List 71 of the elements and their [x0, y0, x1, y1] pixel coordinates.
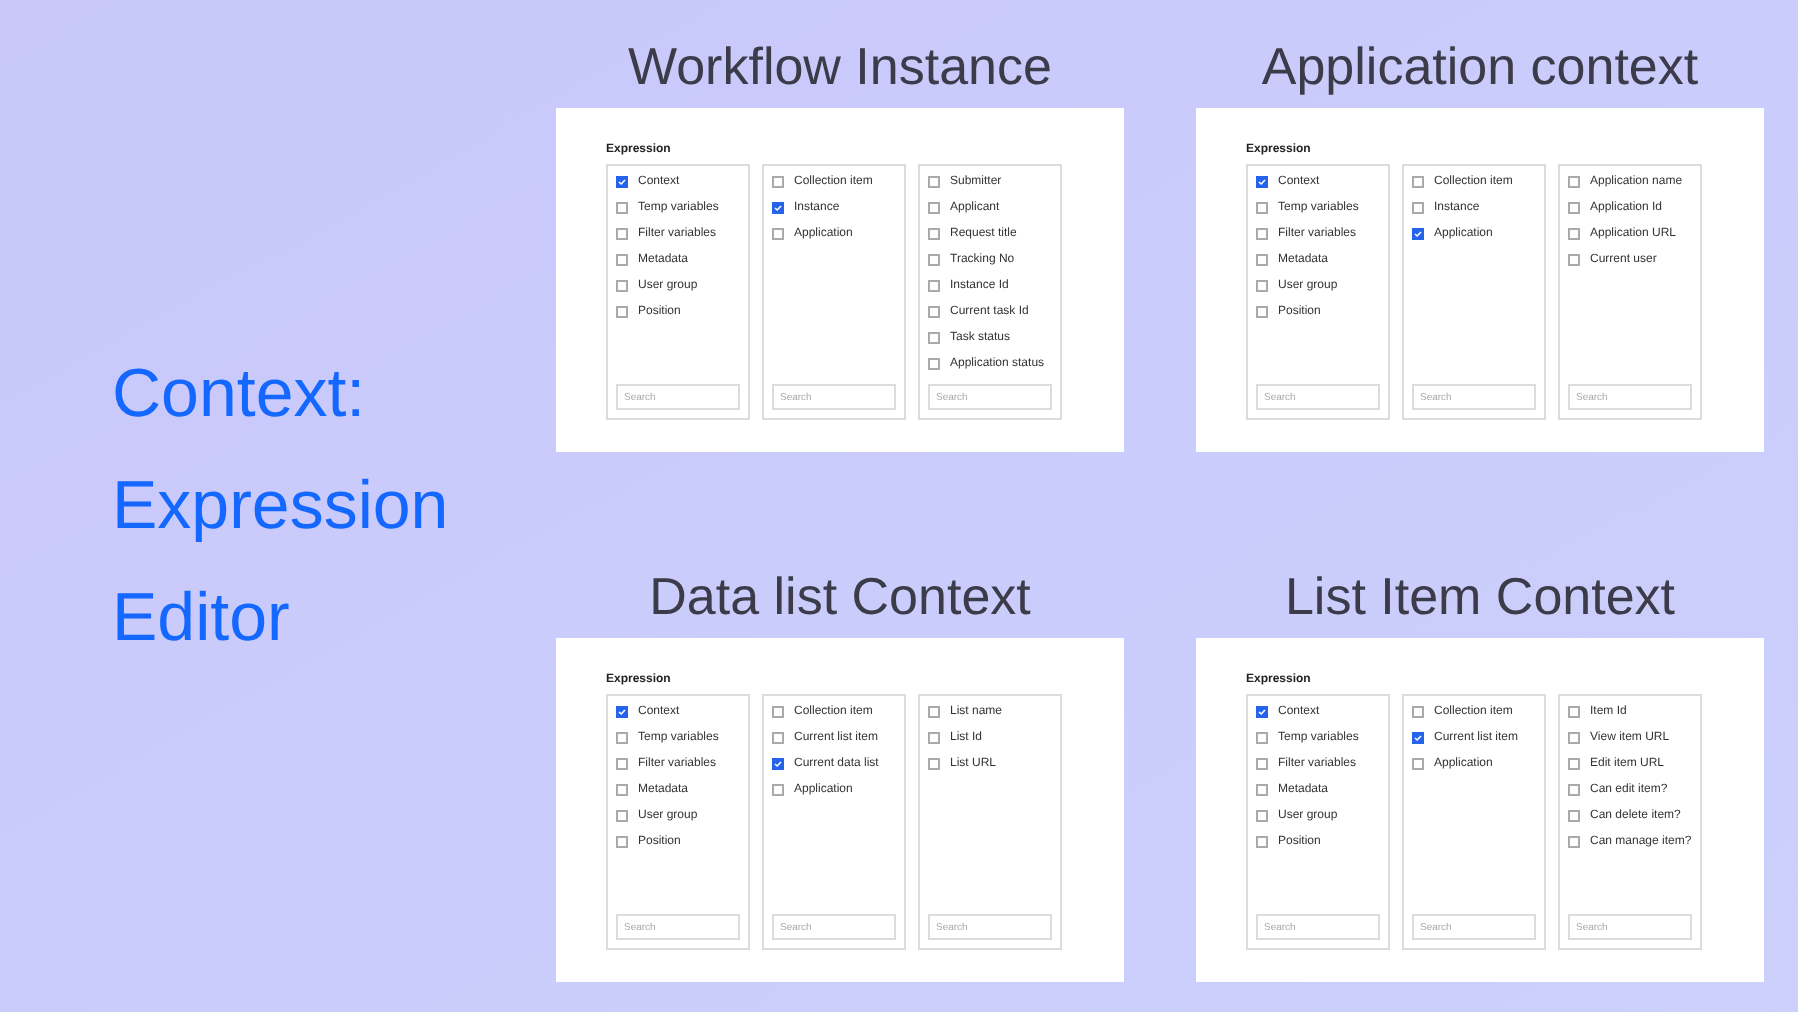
checkbox[interactable]: [1256, 732, 1268, 744]
check-icon: [1258, 178, 1266, 186]
checkbox[interactable]: [1256, 784, 1268, 796]
checkbox[interactable]: [1568, 202, 1580, 214]
checkbox[interactable]: [1256, 706, 1268, 718]
checkbox[interactable]: [772, 784, 784, 796]
checkbox[interactable]: [928, 332, 940, 344]
check-icon: [1414, 230, 1422, 238]
checkbox[interactable]: [616, 202, 628, 214]
checkbox[interactable]: [772, 706, 784, 718]
checkbox[interactable]: [928, 176, 940, 188]
checkbox[interactable]: [1256, 176, 1268, 188]
checkbox[interactable]: [1256, 306, 1268, 318]
checkbox[interactable]: [928, 306, 940, 318]
checkbox[interactable]: [616, 810, 628, 822]
panel-heading: Workflow Instance: [628, 34, 1052, 100]
checkbox[interactable]: [1568, 176, 1580, 188]
checkbox[interactable]: [1256, 254, 1268, 266]
checkbox[interactable]: [772, 202, 784, 214]
checkbox[interactable]: [1256, 202, 1268, 214]
checkbox[interactable]: [1256, 280, 1268, 292]
checkbox[interactable]: [616, 176, 628, 188]
checkbox[interactable]: [928, 358, 940, 370]
check-icon: [618, 178, 626, 186]
slide-title: Context: Expression Editor: [112, 354, 451, 660]
checkbox[interactable]: [928, 254, 940, 266]
checkbox[interactable]: [616, 706, 628, 718]
panel-heading: Data list Context: [649, 564, 1031, 630]
checkbox[interactable]: [616, 732, 628, 744]
checkbox[interactable]: [616, 836, 628, 848]
panel-heading: List Item Context: [1284, 564, 1676, 630]
checkbox[interactable]: [616, 306, 628, 318]
panel-heading: Application context: [1261, 34, 1699, 100]
checkbox[interactable]: [928, 758, 940, 770]
checkbox[interactable]: [1568, 254, 1580, 266]
checkbox[interactable]: [616, 228, 628, 240]
check-icon: [1414, 734, 1422, 742]
checkbox[interactable]: [1256, 836, 1268, 848]
checkbox[interactable]: [1412, 732, 1424, 744]
checkbox[interactable]: [1256, 228, 1268, 240]
checkbox[interactable]: [1412, 202, 1424, 214]
checkbox[interactable]: [1256, 810, 1268, 822]
checkbox[interactable]: [1412, 758, 1424, 770]
checkbox[interactable]: [1568, 836, 1580, 848]
checkbox[interactable]: [616, 784, 628, 796]
check-icon: [774, 204, 782, 212]
check-icon: [618, 708, 626, 716]
checkbox[interactable]: [928, 280, 940, 292]
checkbox[interactable]: [616, 280, 628, 292]
checkbox[interactable]: [1568, 228, 1580, 240]
check-icon: [1258, 708, 1266, 716]
checkbox[interactable]: [1568, 706, 1580, 718]
checkbox[interactable]: [1568, 758, 1580, 770]
checkbox[interactable]: [1412, 176, 1424, 188]
checkbox[interactable]: [928, 706, 940, 718]
checkbox[interactable]: [928, 202, 940, 214]
checkbox[interactable]: [1568, 810, 1580, 822]
checkbox[interactable]: [1568, 784, 1580, 796]
checkbox[interactable]: [772, 732, 784, 744]
checkbox[interactable]: [772, 228, 784, 240]
checkbox[interactable]: [616, 254, 628, 266]
check-icon: [774, 760, 782, 768]
checkbox[interactable]: [772, 758, 784, 770]
checkbox[interactable]: [1568, 732, 1580, 744]
checkbox[interactable]: [1412, 228, 1424, 240]
checkbox[interactable]: [928, 732, 940, 744]
checkbox[interactable]: [1256, 758, 1268, 770]
checkbox[interactable]: [616, 758, 628, 770]
checkbox[interactable]: [928, 228, 940, 240]
checkbox[interactable]: [772, 176, 784, 188]
checkbox[interactable]: [1412, 706, 1424, 718]
